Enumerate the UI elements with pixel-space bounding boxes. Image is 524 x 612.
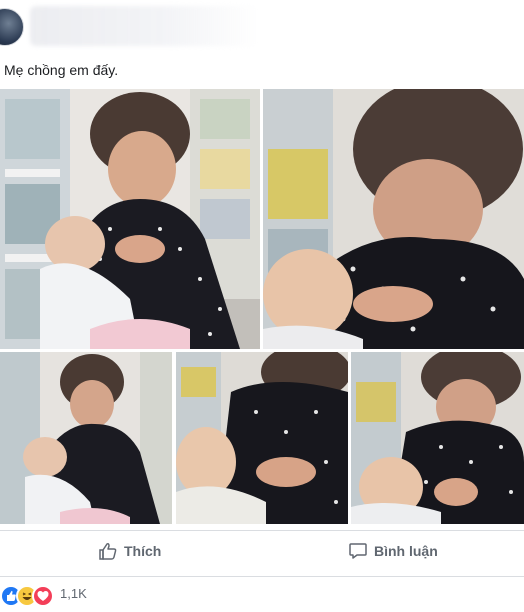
love-reaction-icon <box>32 585 54 607</box>
reaction-count[interactable]: 1,1K <box>60 586 87 601</box>
post-photo-1[interactable] <box>0 89 260 349</box>
facebook-post: Mẹ chồng em đấy. Thích Bình luận 1,1K <box>0 0 524 612</box>
post-photo-5[interactable] <box>351 352 524 524</box>
comment-button[interactable]: Bình luận <box>348 537 438 565</box>
post-header <box>0 0 524 56</box>
reaction-icons <box>0 585 56 607</box>
author-name-blurred <box>30 6 260 46</box>
post-caption: Mẹ chồng em đấy. <box>4 62 119 78</box>
post-photo-3[interactable] <box>0 352 172 524</box>
post-action-bar: Thích Bình luận <box>0 530 524 569</box>
post-photo-4[interactable] <box>176 352 348 524</box>
post-photo-2[interactable] <box>263 89 524 349</box>
like-label: Thích <box>124 543 162 559</box>
author-avatar[interactable] <box>0 8 24 46</box>
like-button[interactable]: Thích <box>98 537 161 565</box>
thumbs-up-icon <box>98 541 118 561</box>
comment-bubble-icon <box>348 541 368 561</box>
comment-label: Bình luận <box>374 543 438 559</box>
reactions-summary[interactable]: 1,1K <box>0 576 524 611</box>
